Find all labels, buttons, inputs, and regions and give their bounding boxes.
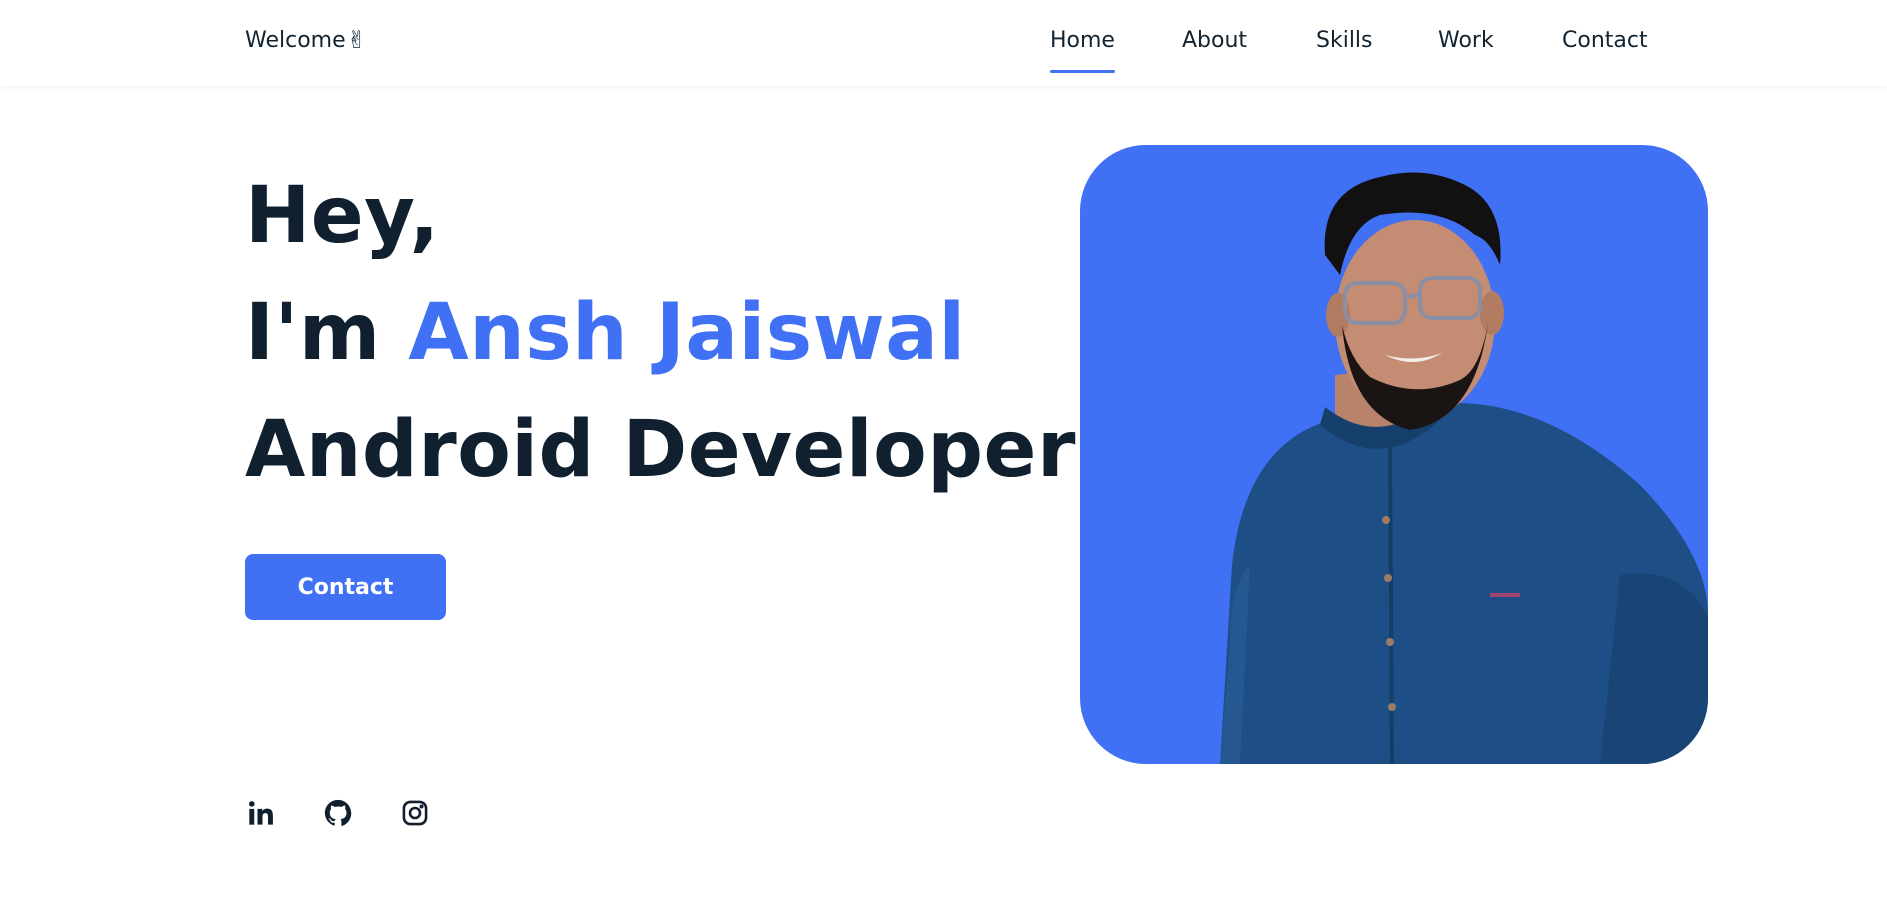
main-nav: Home About Skills Work Contact [0,28,1887,78]
nav-skills[interactable]: Skills [1316,28,1373,53]
hero-greeting: Hey, [245,171,440,261]
site-header: Welcome ✌ Home About Skills Work Contact [0,0,1887,86]
github-icon[interactable] [322,797,354,829]
contact-button[interactable]: Contact [245,554,446,620]
linkedin-icon[interactable] [245,797,277,829]
instagram-icon[interactable] [399,797,431,829]
hero-name: Ansh Jaiswal [408,288,966,378]
hero-intro-prefix: I'm [245,288,409,378]
profile-photo [1080,145,1708,764]
hero-intro: I'm Ansh Jaiswal [245,275,1076,392]
hero-role: Android Developer [245,405,1076,495]
nav-home[interactable]: Home [1050,28,1115,73]
hero-heading: Hey, I'm Ansh Jaiswal Android Developer [245,158,1076,509]
social-links [245,797,476,829]
nav-contact[interactable]: Contact [1562,28,1648,53]
nav-work[interactable]: Work [1438,28,1494,53]
nav-about[interactable]: About [1182,28,1247,53]
